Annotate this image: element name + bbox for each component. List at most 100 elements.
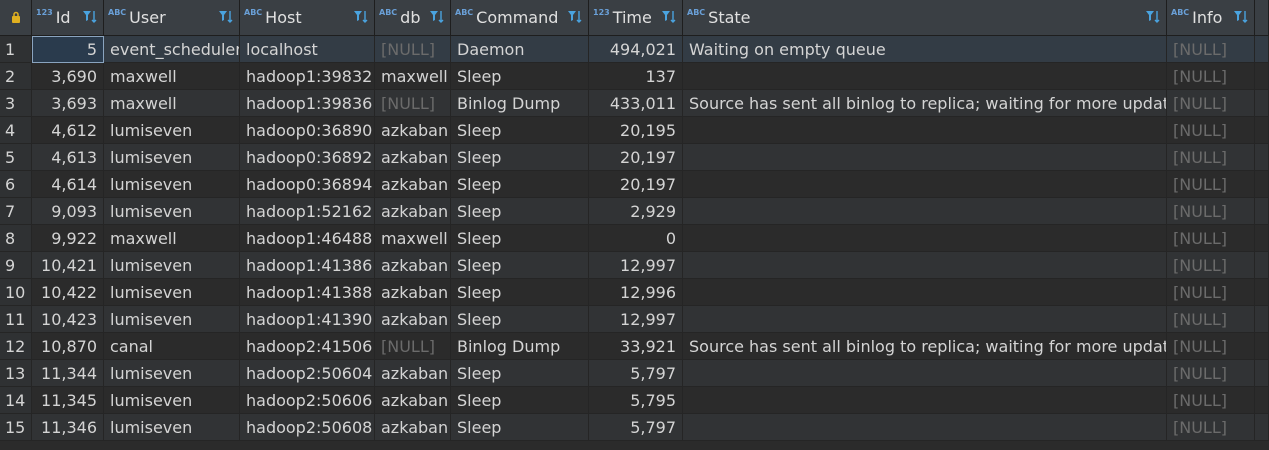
cell-db[interactable]: azkaban <box>375 252 451 279</box>
cell-command[interactable]: Daemon <box>451 36 589 63</box>
table-row[interactable]: 11 10,423 lumiseven hadoop1:41390 azkaban Sle… <box>0 306 1269 333</box>
table-row[interactable]: 15 11,346 lumiseven hadoop2:50608 azkaban Sle… <box>0 414 1269 441</box>
cell-command[interactable]: Sleep <box>451 252 589 279</box>
cell-host[interactable]: hadoop1:41386 <box>240 252 375 279</box>
column-header-db[interactable]: ABC db <box>375 0 451 35</box>
cell-id[interactable]: 10,421 <box>32 252 104 279</box>
cell-info[interactable]: [NULL] <box>1167 252 1255 279</box>
cell-info[interactable]: [NULL] <box>1167 117 1255 144</box>
cell-time[interactable]: 12,997 <box>589 306 683 333</box>
cell-time[interactable]: 12,996 <box>589 279 683 306</box>
row-number[interactable]: 11 <box>0 306 32 333</box>
cell-id[interactable]: 11,346 <box>32 414 104 441</box>
cell-user[interactable]: lumiseven <box>104 414 240 441</box>
cell-user[interactable]: maxwell <box>104 63 240 90</box>
filter-sort-icon[interactable] <box>352 8 370 26</box>
filter-sort-icon[interactable] <box>660 8 678 26</box>
cell-command[interactable]: Sleep <box>451 360 589 387</box>
column-header-time[interactable]: 123 Time <box>589 0 683 35</box>
cell-host[interactable]: localhost <box>240 36 375 63</box>
cell-db[interactable]: azkaban <box>375 198 451 225</box>
row-number[interactable]: 1 <box>0 36 32 63</box>
table-row[interactable]: 8 9,922 maxwell hadoop1:46488 maxwell Sleep 0[… <box>0 225 1269 252</box>
column-header-state[interactable]: ABC State <box>683 0 1167 35</box>
cell-user[interactable]: maxwell <box>104 225 240 252</box>
table-row[interactable]: 14 11,345 lumiseven hadoop2:50606 azkaban Sle… <box>0 387 1269 414</box>
cell-time[interactable]: 433,011 <box>589 90 683 117</box>
cell-state[interactable] <box>683 117 1167 144</box>
cell-state[interactable] <box>683 63 1167 90</box>
cell-state[interactable] <box>683 360 1167 387</box>
cell-id[interactable]: 3,690 <box>32 63 104 90</box>
cell-state[interactable] <box>683 306 1167 333</box>
filter-sort-icon[interactable] <box>81 8 99 26</box>
cell-info[interactable]: [NULL] <box>1167 144 1255 171</box>
table-row[interactable]: 5 4,613 lumiseven hadoop0:36892 azkaban Sleep… <box>0 144 1269 171</box>
column-header-id[interactable]: 123 Id <box>32 0 104 35</box>
column-header-user[interactable]: ABC User <box>104 0 240 35</box>
row-number[interactable]: 4 <box>0 117 32 144</box>
cell-command[interactable]: Sleep <box>451 63 589 90</box>
cell-id[interactable]: 10,870 <box>32 333 104 360</box>
table-row[interactable]: 13 11,344 lumiseven hadoop2:50604 azkaban Sle… <box>0 360 1269 387</box>
table-row[interactable]: 1 5 event_scheduler localhost [NULL] Daemon 49… <box>0 36 1269 63</box>
cell-host[interactable]: hadoop0:36894 <box>240 171 375 198</box>
row-number[interactable]: 3 <box>0 90 32 117</box>
cell-time[interactable]: 5,797 <box>589 360 683 387</box>
cell-time[interactable]: 20,197 <box>589 144 683 171</box>
filter-sort-icon[interactable] <box>1144 8 1162 26</box>
column-header-info[interactable]: ABC Info <box>1167 0 1255 35</box>
cell-db[interactable]: [NULL] <box>375 36 451 63</box>
cell-time[interactable]: 5,797 <box>589 414 683 441</box>
cell-db[interactable]: azkaban <box>375 306 451 333</box>
cell-db[interactable]: azkaban <box>375 279 451 306</box>
cell-db[interactable]: [NULL] <box>375 90 451 117</box>
cell-time[interactable]: 494,021 <box>589 36 683 63</box>
cell-command[interactable]: Binlog Dump <box>451 90 589 117</box>
cell-user[interactable]: lumiseven <box>104 117 240 144</box>
cell-info[interactable]: [NULL] <box>1167 63 1255 90</box>
cell-info[interactable]: [NULL] <box>1167 198 1255 225</box>
cell-host[interactable]: hadoop2:41506 <box>240 333 375 360</box>
cell-time[interactable]: 0 <box>589 225 683 252</box>
corner-cell[interactable] <box>0 0 32 35</box>
cell-info[interactable]: [NULL] <box>1167 279 1255 306</box>
cell-db[interactable]: azkaban <box>375 360 451 387</box>
cell-host[interactable]: hadoop1:46488 <box>240 225 375 252</box>
cell-user[interactable]: maxwell <box>104 90 240 117</box>
column-header-host[interactable]: ABC Host <box>240 0 375 35</box>
cell-state[interactable] <box>683 225 1167 252</box>
cell-user[interactable]: lumiseven <box>104 306 240 333</box>
table-row[interactable]: 6 4,614 lumiseven hadoop0:36894 azkaban Sleep… <box>0 171 1269 198</box>
table-row[interactable]: 9 10,421 lumiseven hadoop1:41386 azkaban Slee… <box>0 252 1269 279</box>
filter-sort-icon[interactable] <box>1232 8 1250 26</box>
table-row[interactable]: 2 3,690 maxwell hadoop1:39832 maxwell Sleep 13… <box>0 63 1269 90</box>
cell-host[interactable]: hadoop2:50604 <box>240 360 375 387</box>
cell-db[interactable]: azkaban <box>375 117 451 144</box>
cell-time[interactable]: 12,997 <box>589 252 683 279</box>
cell-id[interactable]: 5 <box>32 36 104 63</box>
cell-id[interactable]: 11,344 <box>32 360 104 387</box>
filter-sort-icon[interactable] <box>428 8 446 26</box>
cell-command[interactable]: Sleep <box>451 414 589 441</box>
row-number[interactable]: 7 <box>0 198 32 225</box>
cell-state[interactable] <box>683 171 1167 198</box>
cell-command[interactable]: Binlog Dump <box>451 333 589 360</box>
cell-info[interactable]: [NULL] <box>1167 387 1255 414</box>
column-header-command[interactable]: ABC Command <box>451 0 589 35</box>
cell-user[interactable]: lumiseven <box>104 279 240 306</box>
cell-user[interactable]: lumiseven <box>104 144 240 171</box>
cell-user[interactable]: lumiseven <box>104 360 240 387</box>
cell-id[interactable]: 4,612 <box>32 117 104 144</box>
cell-time[interactable]: 20,195 <box>589 117 683 144</box>
row-number[interactable]: 8 <box>0 225 32 252</box>
cell-id[interactable]: 4,613 <box>32 144 104 171</box>
cell-host[interactable]: hadoop2:50608 <box>240 414 375 441</box>
row-number[interactable]: 13 <box>0 360 32 387</box>
cell-host[interactable]: hadoop1:39832 <box>240 63 375 90</box>
cell-id[interactable]: 9,093 <box>32 198 104 225</box>
cell-command[interactable]: Sleep <box>451 279 589 306</box>
cell-id[interactable]: 9,922 <box>32 225 104 252</box>
cell-db[interactable]: azkaban <box>375 171 451 198</box>
cell-user[interactable]: event_scheduler <box>104 36 240 63</box>
